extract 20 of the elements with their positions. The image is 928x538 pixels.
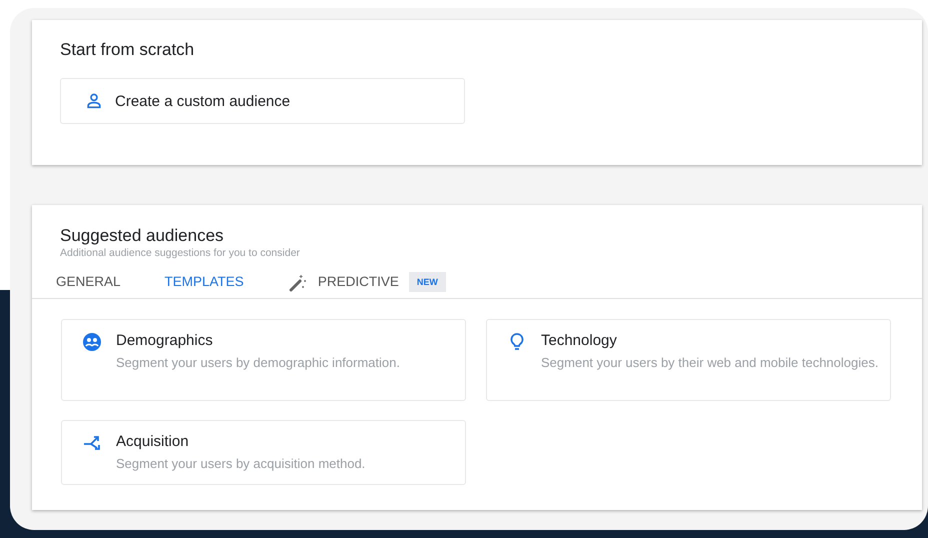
template-tile[interactable]: Technology Segment your users by their web and mobile technologies.: [486, 319, 891, 401]
section-title: Suggested audiences: [60, 226, 225, 246]
person-icon: [85, 92, 103, 110]
template-description: Segment your users by acquisition method.: [116, 455, 366, 473]
template-description: Segment your users by their web and mobile technologies.: [541, 354, 878, 372]
template-title: Demographics: [116, 332, 214, 349]
template-title: Acquisition: [116, 433, 190, 450]
template-tile[interactable]: Acquisition Segment your users by acquisition method.: [61, 420, 466, 485]
template-tile[interactable]: Demographics Segment your users by demographic information.: [61, 319, 466, 401]
template-description: Segment your users by demographic information.: [116, 354, 400, 372]
template-title: Technology: [541, 332, 618, 349]
people-icon: [82, 332, 102, 352]
section-title: Start from scratch: [60, 40, 196, 60]
tab[interactable]: GENERAL: [56, 270, 121, 294]
tab[interactable]: PREDICTIVE NEW: [288, 270, 446, 294]
tab[interactable]: TEMPLATES: [164, 270, 244, 294]
create-audience-button[interactable]: Create a custom audience: [60, 78, 465, 124]
section-subtitle: Additional audience suggestions for you to consider: [60, 247, 301, 259]
new-badge: NEW: [408, 272, 446, 292]
split-arrow-icon: [82, 433, 102, 453]
